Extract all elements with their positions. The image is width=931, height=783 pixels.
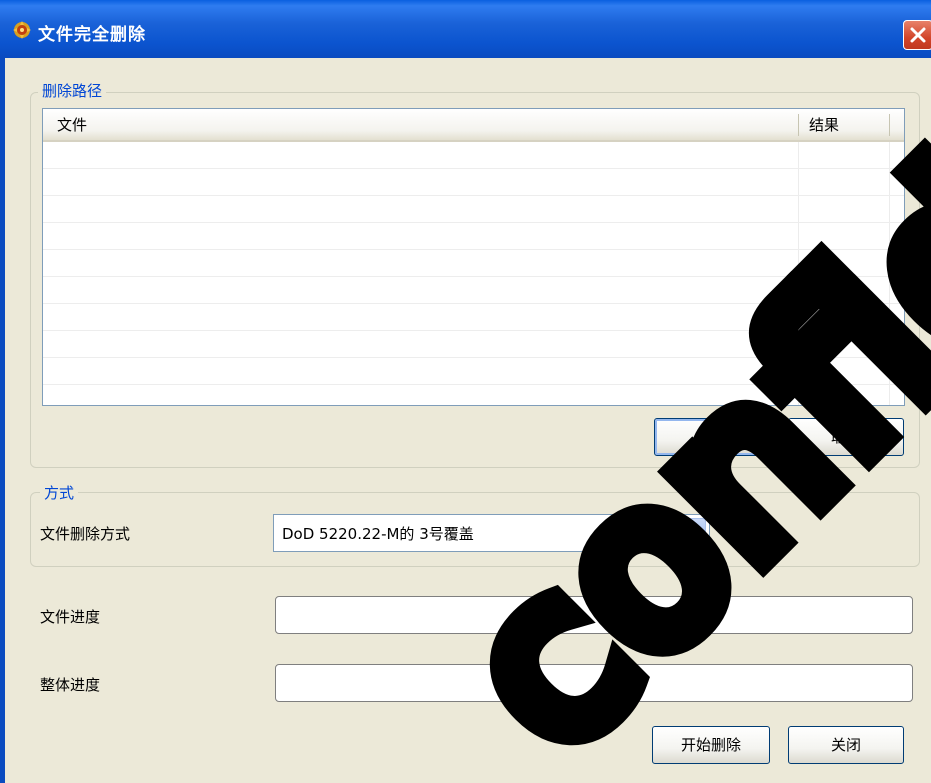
file-progress-label: 文件进度 bbox=[40, 608, 101, 626]
title-bar[interactable]: 文件完全删除 bbox=[0, 0, 931, 58]
add-button[interactable]: 添加 bbox=[654, 418, 770, 456]
close-icon[interactable] bbox=[903, 20, 931, 50]
cancel-button[interactable]: 取消 bbox=[788, 418, 904, 456]
list-row bbox=[43, 277, 904, 304]
list-row bbox=[43, 169, 904, 196]
overall-progress-bar bbox=[275, 664, 913, 702]
window-border bbox=[0, 58, 5, 783]
file-list[interactable]: 文件 结果 bbox=[42, 108, 905, 406]
list-row bbox=[43, 331, 904, 358]
gear-icon bbox=[12, 20, 32, 40]
file-shred-dialog: 文件完全删除 删除路径 文件 结果 添加 取消 方式 文件删除方式 DoD 52… bbox=[0, 0, 931, 783]
file-list-header: 文件 结果 bbox=[43, 109, 904, 142]
column-header-file[interactable]: 文件 bbox=[57, 109, 87, 140]
column-separator[interactable] bbox=[798, 114, 799, 136]
list-row bbox=[43, 196, 904, 223]
list-row bbox=[43, 304, 904, 331]
list-row bbox=[43, 358, 904, 385]
file-progress-bar bbox=[275, 596, 913, 634]
window-title: 文件完全删除 bbox=[38, 25, 146, 45]
overall-progress-label: 整体进度 bbox=[40, 676, 101, 694]
list-row bbox=[43, 223, 904, 250]
start-delete-button[interactable]: 开始删除 bbox=[652, 726, 770, 764]
column-separator[interactable] bbox=[889, 114, 890, 136]
column-header-result[interactable]: 结果 bbox=[809, 109, 839, 140]
method-label: 文件删除方式 bbox=[40, 525, 131, 543]
list-row bbox=[43, 142, 904, 169]
list-row bbox=[43, 250, 904, 277]
file-list-rows bbox=[43, 142, 904, 385]
method-select[interactable]: DoD 5220.22-M的 3号覆盖 bbox=[273, 514, 710, 552]
chevron-down-icon[interactable] bbox=[680, 518, 706, 548]
delete-path-group-label: 删除路径 bbox=[38, 80, 107, 101]
mode-group-label: 方式 bbox=[40, 482, 79, 503]
close-button[interactable]: 关闭 bbox=[788, 726, 904, 764]
method-select-value: DoD 5220.22-M的 3号覆盖 bbox=[282, 525, 474, 543]
